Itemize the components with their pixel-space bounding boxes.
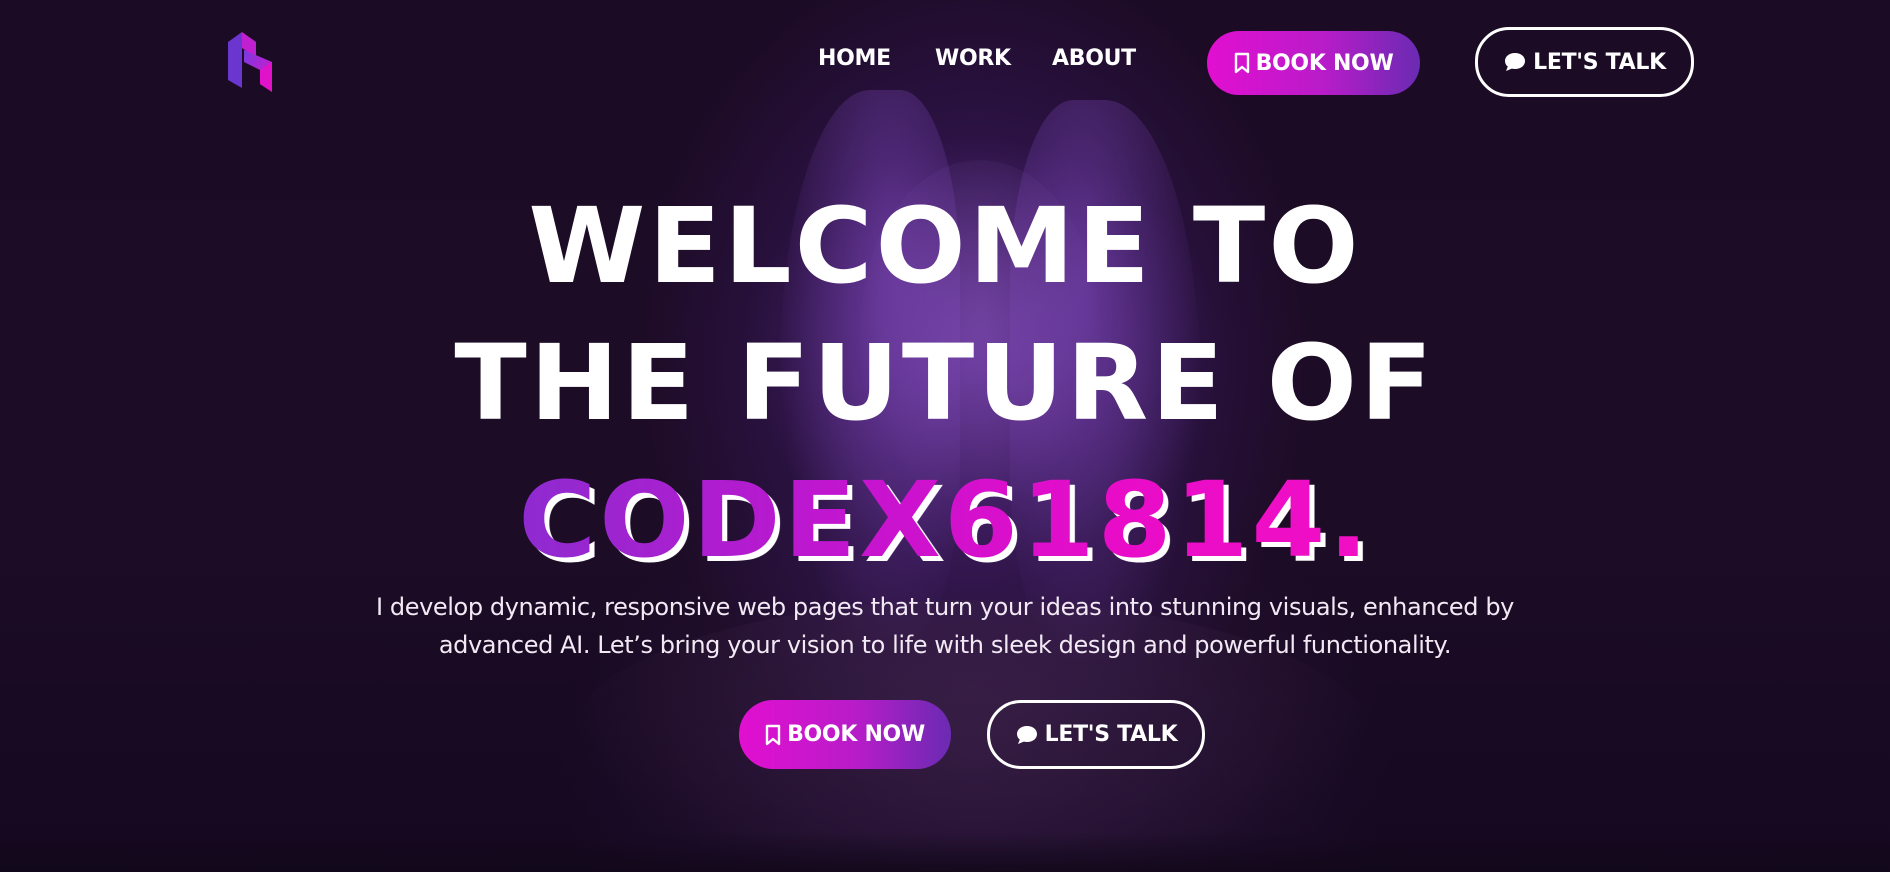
headline-line-2: THE FUTURE OF bbox=[454, 322, 1436, 444]
bookmark-icon bbox=[765, 724, 781, 746]
hero-lets-talk-label: LET'S TALK bbox=[1044, 722, 1178, 747]
subtitle-line-1: I develop dynamic, responsive web pages … bbox=[376, 593, 1514, 621]
nav-book-now-label: BOOK NOW bbox=[1255, 50, 1394, 76]
nav-lets-talk-label: LET'S TALK bbox=[1533, 49, 1666, 75]
headline-brand-name: CODEX61814. bbox=[518, 452, 1371, 589]
nav-link-about[interactable]: ABOUT bbox=[1052, 46, 1142, 71]
brand-logo-icon bbox=[228, 32, 272, 92]
nav-book-now-button[interactable]: BOOK NOW bbox=[1207, 31, 1420, 95]
background-bottom-fade bbox=[0, 832, 1890, 872]
nav-link-home[interactable]: HOME bbox=[818, 46, 935, 71]
bookmark-icon bbox=[1234, 52, 1250, 74]
hero-lets-talk-button[interactable]: LET'S TALK bbox=[987, 700, 1205, 769]
headline-line-3: CODEX61814. bbox=[0, 452, 1890, 589]
nav-link-work[interactable]: WORK bbox=[935, 46, 1052, 71]
subtitle-line-2: advanced AI. Let’s bring your vision to … bbox=[438, 631, 1452, 659]
hero-book-now-label: BOOK NOW bbox=[787, 722, 925, 747]
headline-line-1: WELCOME TO bbox=[528, 185, 1362, 307]
chat-bubble-icon bbox=[1503, 51, 1527, 73]
main-nav: HOME WORK ABOUT bbox=[818, 46, 1142, 71]
brand-logo[interactable] bbox=[222, 30, 278, 96]
hero-subtitle: I develop dynamic, responsive web pages … bbox=[0, 588, 1890, 664]
nav-lets-talk-button[interactable]: LET'S TALK bbox=[1475, 27, 1694, 97]
hero-headline: WELCOME TO THE FUTURE OF CODEX61814. bbox=[0, 178, 1890, 589]
hero-book-now-button[interactable]: BOOK NOW bbox=[739, 700, 951, 769]
chat-bubble-icon bbox=[1015, 724, 1039, 746]
top-navigation: HOME WORK ABOUT BOOK NOW LET'S TALK bbox=[0, 0, 1890, 120]
